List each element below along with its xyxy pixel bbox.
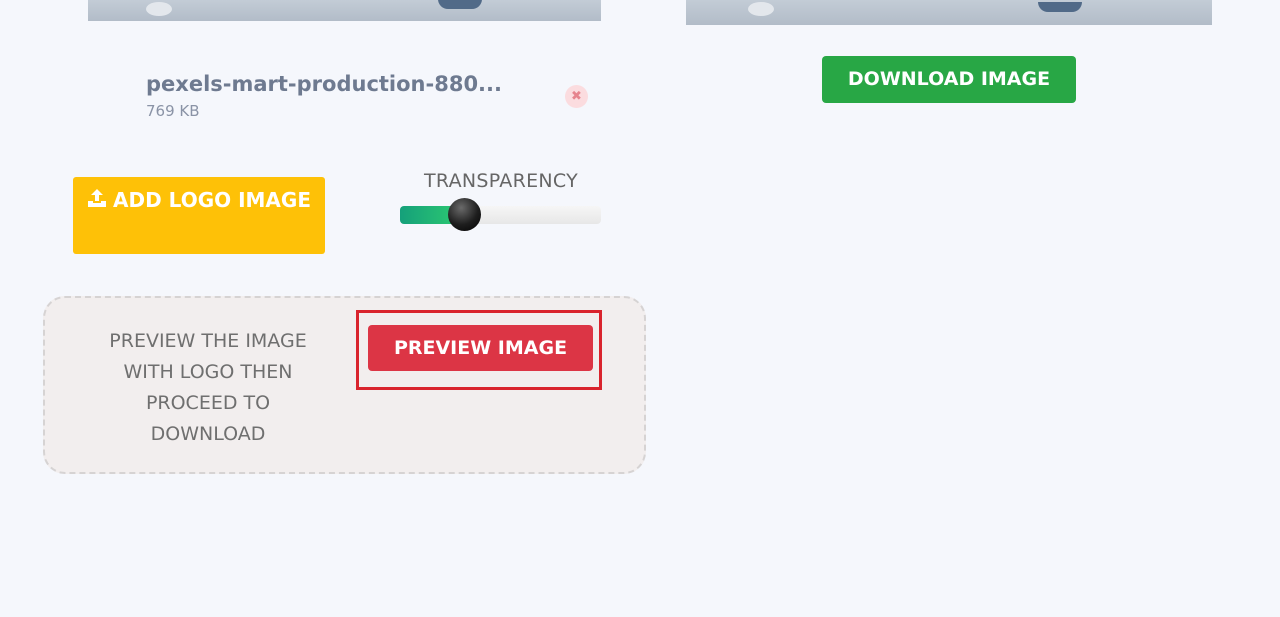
image-detail bbox=[438, 0, 482, 9]
transparency-label: TRANSPARENCY bbox=[423, 170, 579, 192]
preview-instructions: PREVIEW THE IMAGE WITH LOGO THEN PROCEED… bbox=[109, 330, 307, 445]
image-detail bbox=[748, 2, 774, 16]
uploaded-file-name: pexels-mart-production-880... bbox=[146, 72, 502, 96]
original-image-preview bbox=[88, 0, 601, 21]
add-logo-button-label: ADD LOGO IMAGE bbox=[113, 188, 311, 212]
transparency-slider[interactable] bbox=[400, 206, 601, 224]
add-logo-image-button[interactable]: ADD LOGO IMAGE bbox=[73, 177, 325, 254]
uploaded-file-size: 769 KB bbox=[146, 102, 200, 120]
remove-file-button[interactable]: ✖ bbox=[565, 85, 588, 108]
transparency-slider-handle[interactable] bbox=[447, 198, 481, 231]
image-detail bbox=[1038, 2, 1082, 12]
image-detail bbox=[146, 2, 172, 16]
download-image-button[interactable]: DOWNLOAD IMAGE bbox=[822, 56, 1076, 103]
watermarked-image-preview bbox=[686, 0, 1212, 25]
upload-icon bbox=[87, 186, 107, 217]
close-icon: ✖ bbox=[571, 89, 582, 104]
preview-image-button[interactable]: PREVIEW IMAGE bbox=[368, 325, 593, 371]
